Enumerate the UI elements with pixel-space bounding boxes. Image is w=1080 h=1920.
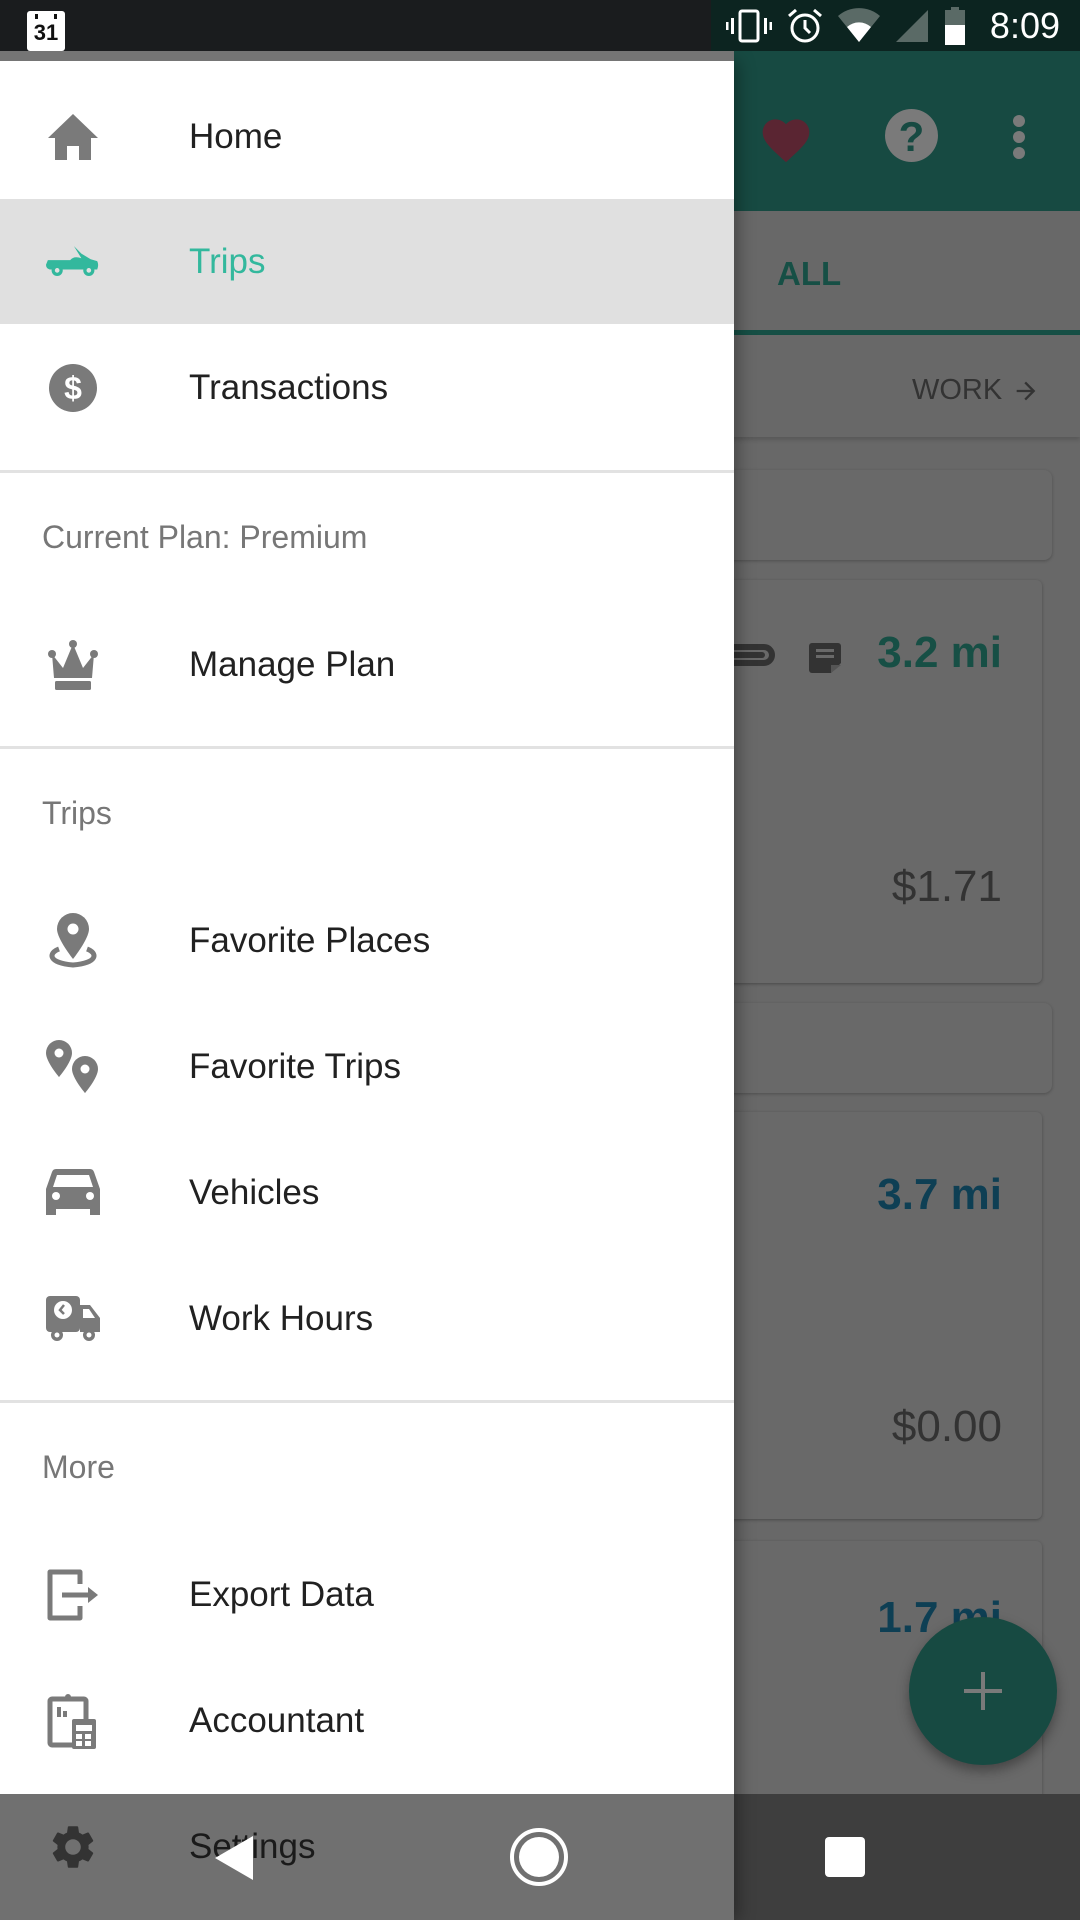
two-pins-icon — [46, 1039, 100, 1094]
arrow-right-icon — [1016, 381, 1036, 400]
place-pin-icon — [46, 912, 100, 968]
work-filter-label: WORK — [912, 374, 1003, 406]
drawer-item-work-hours[interactable]: Work Hours — [0, 1256, 734, 1381]
more-section-header: More — [42, 1449, 115, 1485]
gear-icon — [46, 1820, 100, 1874]
drawer-item-label: Vehicles — [189, 1172, 320, 1212]
car-icon — [46, 1166, 100, 1220]
drawer-divider — [0, 470, 734, 473]
drawer-divider — [0, 1400, 734, 1403]
vibrate-icon — [725, 9, 772, 42]
link-icon — [734, 644, 775, 666]
drawer-item-favorite-places[interactable]: Favorite Places — [0, 878, 734, 1003]
trip-distance: 3.7 mi — [877, 1170, 1002, 1219]
trip-amount: $1.71 — [891, 862, 1002, 911]
accountant-icon — [46, 1693, 100, 1749]
note-icon — [809, 643, 841, 673]
drawer-item-label: Manage Plan — [189, 644, 396, 684]
drawer-item-transactions[interactable]: $ Transactions — [0, 325, 734, 450]
trip-amount: $0.00 — [891, 1402, 1002, 1451]
screen: ? ALL WORK 3.2 mi $1.71 3.7 mi $0.00 1.7… — [0, 0, 1080, 1920]
drawer-item-settings[interactable]: Settings — [0, 1784, 734, 1909]
status-bar: 31 8:09 — [0, 0, 1080, 51]
wifi-icon — [837, 7, 880, 42]
drawer-item-label: Favorite Trips — [189, 1046, 401, 1086]
drawer-item-label: Trips — [189, 241, 266, 281]
drawer-item-favorite-trips[interactable]: Favorite Trips — [0, 1004, 734, 1129]
more-vert-icon[interactable] — [1013, 115, 1025, 163]
home-icon — [46, 110, 100, 164]
drawer-item-export-data[interactable]: Export Data — [0, 1532, 734, 1657]
drawer-item-trips[interactable]: Trips — [0, 199, 734, 324]
drawer-item-label: Transactions — [189, 367, 389, 407]
drawer-item-label: Favorite Places — [189, 920, 431, 960]
help-icon[interactable]: ? — [885, 109, 938, 162]
drawer-item-label: Home — [189, 116, 283, 156]
export-icon — [46, 1568, 100, 1622]
drawer-item-accountant[interactable]: Accountant — [0, 1658, 734, 1783]
drawer-divider — [0, 746, 734, 749]
drawer-item-home[interactable]: Home — [0, 74, 734, 199]
drawer-item-vehicles[interactable]: Vehicles — [0, 1130, 734, 1255]
drawer-top-shade — [0, 51, 734, 61]
crown-icon — [46, 638, 100, 692]
recents-icon[interactable] — [825, 1837, 865, 1877]
add-trip-fab[interactable] — [909, 1617, 1057, 1765]
heart-icon[interactable] — [758, 112, 814, 164]
cellular-signal-icon — [895, 9, 928, 42]
back-icon[interactable] — [215, 1836, 253, 1880]
car-convertible-icon — [46, 235, 100, 289]
svg-text:$: $ — [64, 370, 82, 406]
alarm-icon — [787, 8, 822, 42]
trips-section-header: Trips — [42, 795, 112, 831]
home-circle-icon[interactable] — [510, 1828, 568, 1886]
drawer-item-label: Work Hours — [189, 1298, 374, 1338]
dollar-circle-icon: $ — [46, 361, 100, 415]
trip-distance: 3.2 mi — [877, 628, 1002, 677]
work-filter-link[interactable]: WORK — [912, 374, 1040, 407]
status-time: 8:09 — [989, 4, 1060, 46]
drawer-item-manage-plan[interactable]: Manage Plan — [0, 602, 734, 727]
truck-clock-icon — [46, 1292, 100, 1346]
drawer-item-label: Accountant — [189, 1700, 365, 1740]
drawer-item-label: Export Data — [189, 1574, 374, 1614]
tab-all[interactable]: ALL — [777, 255, 841, 293]
calendar-icon: 31 — [27, 11, 65, 51]
plan-section-header: Current Plan: Premium — [42, 519, 368, 555]
battery-icon — [944, 6, 965, 45]
